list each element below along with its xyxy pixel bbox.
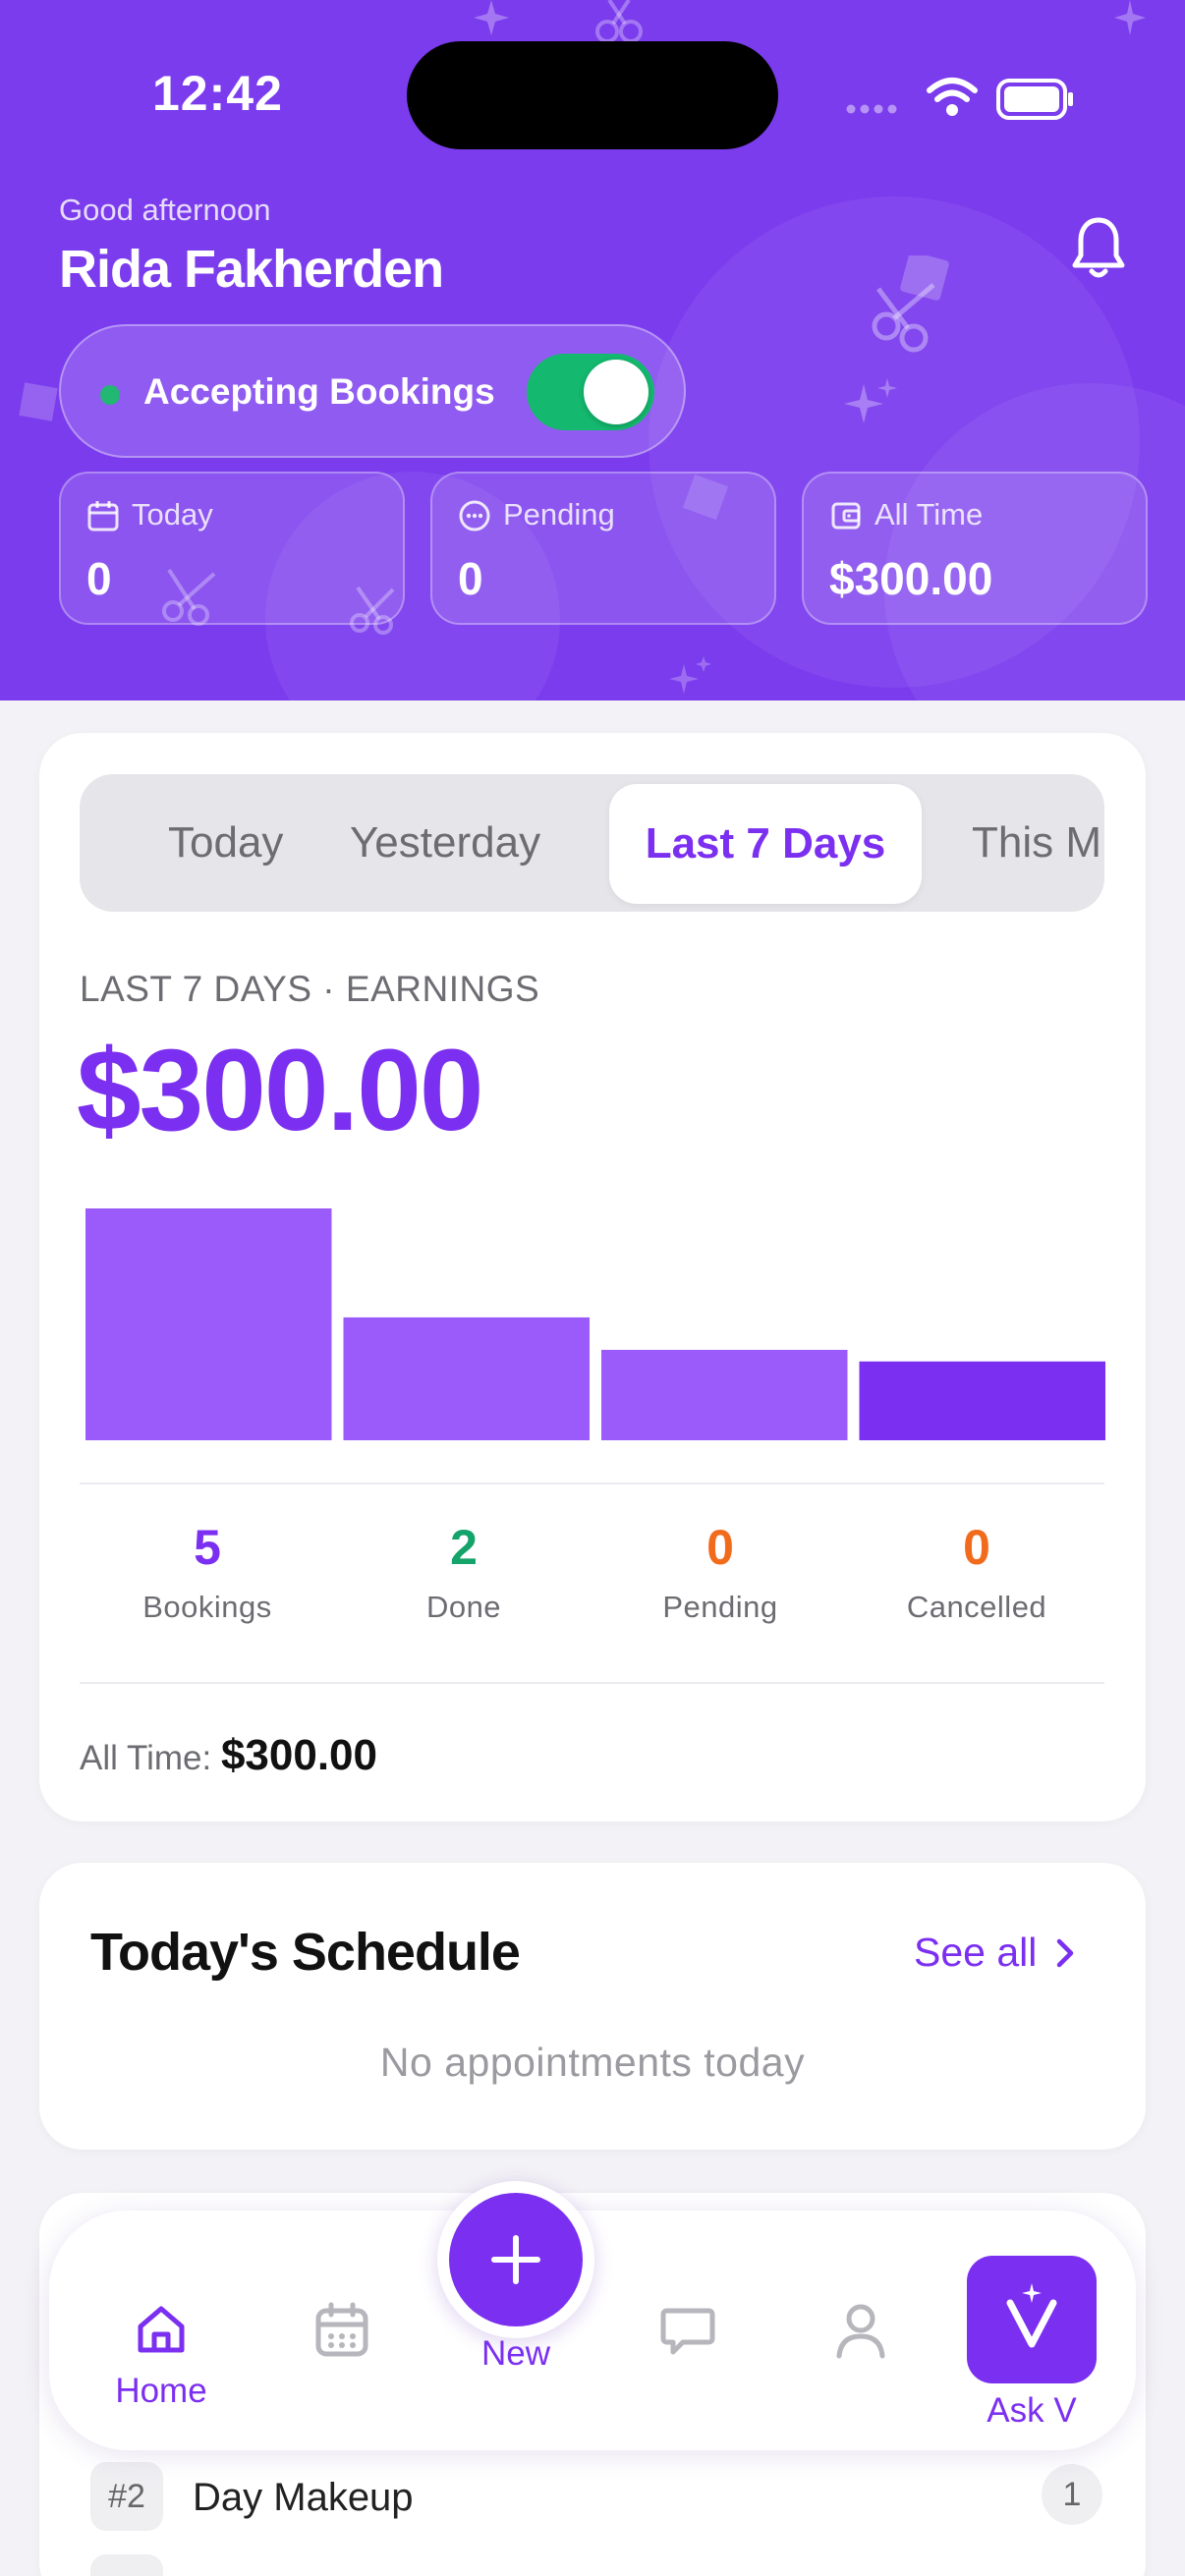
metric-label: Bookings	[142, 1590, 272, 1624]
stat-card-pending[interactable]: Pending 0	[430, 472, 776, 625]
nav-home[interactable]: Home	[102, 2301, 220, 2411]
stat-card-all-time[interactable]: All Time $300.00	[802, 472, 1148, 625]
empty-schedule-message: No appointments today	[379, 2040, 806, 2085]
new-booking-button[interactable]	[437, 2181, 594, 2338]
bottom-nav: Home New Ask V	[49, 2181, 1136, 2450]
metric-label: Cancelled	[906, 1590, 1047, 1624]
wallet-icon	[831, 502, 861, 530]
toggle-knob	[584, 360, 649, 424]
metric-label: Pending	[662, 1590, 778, 1624]
status-dot	[100, 385, 120, 405]
stat-label: Today	[132, 497, 213, 532]
sparkle-icon	[474, 0, 509, 35]
cellular-signal-icon	[846, 104, 897, 114]
chart-bar	[85, 1208, 332, 1440]
metric-done: 2 Done	[336, 1519, 592, 1625]
stat-value: $300.00	[829, 553, 993, 604]
plus-icon	[491, 2235, 540, 2284]
dynamic-island	[407, 41, 778, 149]
metric-value: 0	[963, 1520, 990, 1575]
sparkle-icon	[844, 378, 897, 423]
all-time-label: All Time:	[80, 1739, 212, 1777]
nav-messages[interactable]	[649, 2305, 727, 2358]
earnings-card: Today Yesterday Last 7 Days This M LAST …	[39, 733, 1146, 1821]
metric-value: 2	[450, 1520, 478, 1575]
stat-label: Pending	[503, 497, 615, 532]
ask-v-button	[967, 2256, 1097, 2383]
home-icon	[138, 2306, 185, 2353]
divider	[80, 1682, 1104, 1684]
fab-circle	[449, 2193, 583, 2326]
tab-yesterday[interactable]: Yesterday	[350, 774, 540, 912]
bg-decoration	[19, 382, 58, 421]
nav-new-label-wrap: New	[457, 2334, 575, 2374]
see-all-link[interactable]: See all	[914, 1930, 1037, 1976]
scissors-icon	[162, 568, 216, 626]
rank-badge: #2	[90, 2462, 163, 2531]
period-tabs: Today Yesterday Last 7 Days This M	[80, 774, 1104, 912]
chat-bubble-icon	[660, 2308, 715, 2355]
calendar-icon	[87, 501, 119, 532]
stat-label: All Time	[875, 497, 984, 532]
chart-bar	[859, 1361, 1105, 1440]
v-logo-icon	[1006, 2283, 1057, 2348]
schedule-title: Today's Schedule	[90, 1923, 521, 1982]
nav-new-label: New	[480, 2334, 551, 2373]
chart-bar	[601, 1349, 848, 1440]
scissors-icon	[872, 255, 949, 353]
scissors-icon	[350, 586, 395, 635]
earnings-bar-chart	[85, 1208, 1105, 1440]
wifi-icon	[927, 78, 978, 116]
bell-icon[interactable]	[1067, 214, 1130, 283]
divider	[80, 1483, 1104, 1484]
metric-pending: 0 Pending	[592, 1519, 848, 1625]
all-time-value: $300.00	[220, 1731, 377, 1779]
dots-circle-icon	[459, 500, 490, 532]
dashboard-header: 12:42 Good afternoon Rida Fakherden Acce…	[0, 0, 1185, 700]
greeting-text: Good afternoon	[59, 193, 271, 227]
accepting-bookings-pill: Accepting Bookings	[59, 324, 686, 458]
person-icon	[836, 2304, 885, 2359]
sparkle-icon	[1114, 0, 1146, 35]
status-time: 12:42	[152, 66, 283, 121]
metric-value: 0	[706, 1520, 734, 1575]
battery-icon	[996, 79, 1073, 120]
calendar-icon	[315, 2302, 368, 2357]
nav-home-label: Home	[115, 2372, 207, 2410]
earnings-title: LAST 7 DAYS · EARNINGS	[80, 969, 540, 1009]
nav-profile[interactable]	[821, 2301, 900, 2360]
list-item[interactable]: #2 Day Makeup 1	[90, 2456, 1102, 2535]
tab-last-7-days[interactable]: Last 7 Days	[609, 784, 922, 904]
nav-ask-v-label: Ask V	[987, 2391, 1077, 2430]
tab-this-month[interactable]: This M	[972, 774, 1101, 912]
status-icons	[846, 78, 1073, 120]
service-name: Day Makeup	[193, 2476, 414, 2519]
sparkle-icon	[669, 656, 711, 694]
schedule-card: Today's Schedule See all No appointments…	[39, 1863, 1146, 2150]
metric-label: Done	[425, 1590, 502, 1624]
chart-bar	[343, 1316, 590, 1440]
stat-value: 0	[458, 553, 483, 604]
service-count: 1	[1042, 2464, 1102, 2525]
accepting-bookings-label: Accepting Bookings	[143, 371, 495, 412]
metric-value: 5	[194, 1520, 221, 1575]
chevron-right-icon[interactable]	[1051, 1933, 1079, 1973]
nav-ask-v[interactable]: Ask V	[953, 2256, 1110, 2431]
earnings-amount: $300.00	[77, 1026, 484, 1155]
rank-badge	[90, 2554, 163, 2576]
metric-bookings: 5 Bookings	[80, 1519, 335, 1625]
nav-calendar[interactable]	[303, 2301, 381, 2360]
accepting-bookings-toggle[interactable]	[527, 354, 654, 430]
user-name: Rida Fakherden	[59, 240, 444, 299]
all-time-summary: All Time: $300.00	[80, 1731, 377, 1780]
stat-value: 0	[86, 553, 112, 604]
metric-cancelled: 0 Cancelled	[849, 1519, 1104, 1625]
tab-today[interactable]: Today	[168, 774, 283, 912]
